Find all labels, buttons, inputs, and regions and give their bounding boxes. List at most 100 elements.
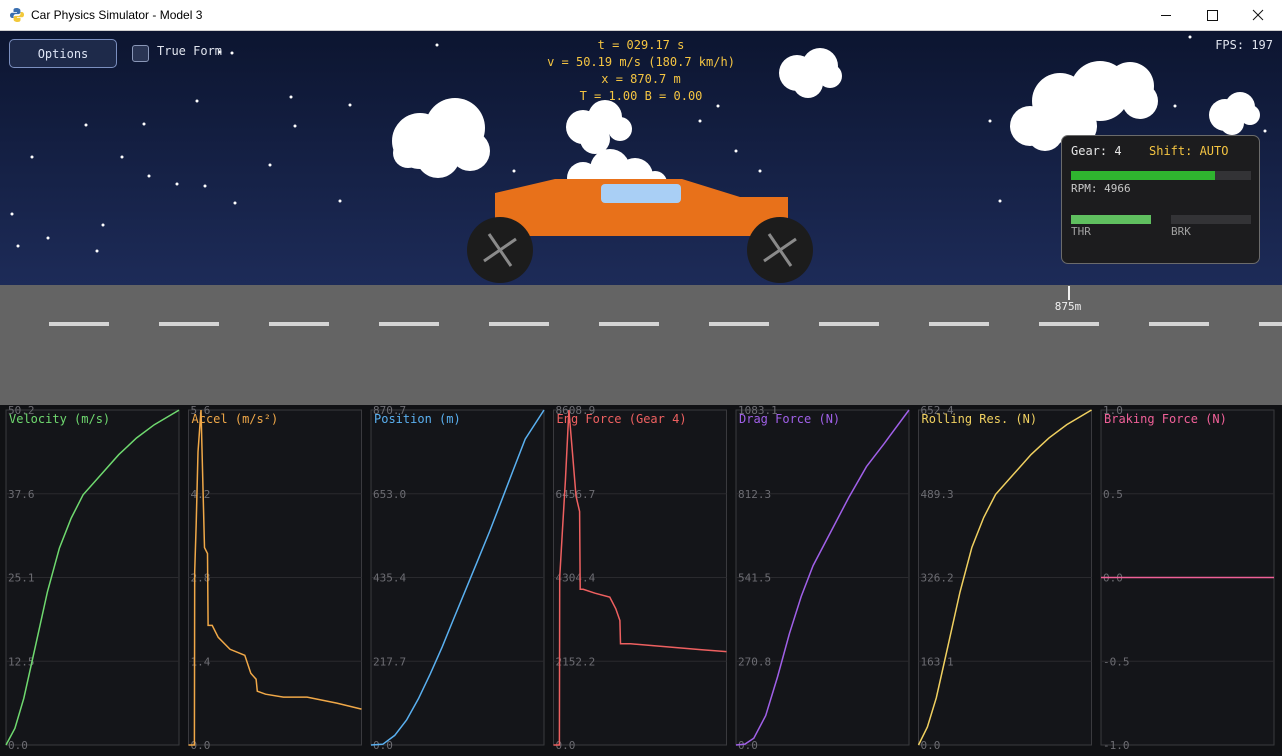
chart-title: Velocity (m/s) — [9, 412, 110, 426]
rpm-bar — [1071, 171, 1251, 180]
distance-marker-label: 875m — [1054, 300, 1082, 313]
charts-svg: 50.237.625.112.50.0Velocity (m/s)5.64.22… — [5, 404, 1275, 752]
lane-dash — [489, 322, 549, 326]
cloud — [392, 98, 490, 178]
brake-bar — [1171, 215, 1251, 224]
chart-title: Eng Force (Gear 4) — [557, 412, 687, 426]
car — [467, 179, 813, 283]
lane-dash — [599, 322, 659, 326]
rear-wheel — [467, 217, 533, 283]
telemetry-charts: 50.2 37.6 25.1 12.5 0.0 Velocity (m/s) 5.6 4.2 2… — [0, 404, 1282, 752]
tick-label: 0.0 — [921, 739, 941, 752]
chart-title: Drag Force (N) — [739, 412, 840, 426]
star — [988, 119, 992, 123]
chart-panel: 1083.1812.3541.5270.80.0Drag Force (N) — [735, 404, 910, 752]
maximize-icon — [1207, 10, 1218, 21]
star — [998, 199, 1002, 203]
tick-label: 270.8 — [738, 655, 771, 668]
tick-label: 653.0 — [373, 488, 406, 501]
throttle-label: THR — [1071, 225, 1091, 238]
window-title: Car Physics Simulator - Model 3 — [31, 8, 203, 22]
star — [142, 122, 146, 126]
throttle-bar-fill — [1071, 215, 1151, 224]
tick-label: 1.4 — [191, 655, 211, 668]
chart-title: Rolling Res. (N) — [922, 412, 1038, 426]
window-titlebar: Car Physics Simulator - Model 3 — [0, 0, 1282, 31]
tick-label: 0.0 — [373, 739, 393, 752]
tick-label: -0.5 — [1103, 655, 1130, 668]
chart-panel: 8608.96456.74304.42152.20.0Eng Force (Ge… — [553, 404, 727, 752]
tick-label: 4.2 — [191, 488, 211, 501]
lane-dash — [1259, 322, 1282, 326]
chart-title: Position (m) — [374, 412, 461, 426]
star — [46, 236, 50, 240]
tick-label: 37.6 — [8, 488, 35, 501]
tick-label: 0.0 — [738, 739, 758, 752]
tick-label: 217.7 — [373, 655, 406, 668]
road — [0, 285, 1282, 405]
python-app-icon — [10, 8, 24, 22]
tick-label: 2152.2 — [556, 655, 596, 668]
tick-label: 489.3 — [921, 488, 954, 501]
inputs-readout: T = 1.00 B = 0.00 — [579, 89, 703, 103]
star — [1263, 129, 1267, 133]
star — [101, 223, 105, 227]
lane-markings — [49, 322, 1282, 326]
chart-panel: 870.7653.0435.4217.70.0Position (m) — [370, 404, 545, 752]
star — [268, 163, 272, 167]
star — [16, 244, 20, 248]
star — [175, 182, 179, 186]
star — [698, 119, 702, 123]
lane-dash — [1039, 322, 1099, 326]
star — [338, 199, 342, 203]
rpm-bar-fill — [1071, 171, 1215, 180]
distance-marker-line — [1068, 286, 1070, 300]
lane-dash — [49, 322, 109, 326]
brake-label: BRK — [1171, 225, 1191, 238]
rpm-label: RPM: 4966 — [1071, 182, 1131, 195]
chart-title: Accel (m/s²) — [192, 412, 279, 426]
tick-label: 4304.4 — [556, 572, 596, 585]
lane-dash — [269, 322, 329, 326]
tick-label: 541.5 — [738, 572, 771, 585]
star — [95, 249, 99, 253]
shift-mode-label: Shift: AUTO — [1149, 144, 1229, 158]
tick-label: 435.4 — [373, 572, 406, 585]
star — [10, 212, 14, 216]
tick-label: 0.0 — [8, 739, 28, 752]
star — [203, 184, 207, 188]
star — [120, 155, 124, 159]
star — [293, 124, 297, 128]
front-wheel — [747, 217, 813, 283]
fps-counter: FPS: 197 — [1215, 38, 1273, 52]
close-icon — [1252, 9, 1264, 21]
tick-label: 25.1 — [8, 572, 35, 585]
lane-dash — [929, 322, 989, 326]
lane-dash — [1149, 322, 1209, 326]
chart-panel: 1.00.50.0-0.5-1.0Braking Force (N) — [1100, 404, 1275, 752]
lane-dash — [709, 322, 769, 326]
lane-dash — [159, 322, 219, 326]
chart-panel: 652.4489.3326.2163.10.0Rolling Res. (N) — [917, 404, 1092, 752]
minimize-button[interactable] — [1143, 0, 1189, 30]
cloud — [566, 100, 632, 154]
star — [512, 169, 516, 173]
true-form-checkbox[interactable] — [132, 45, 149, 62]
gear-label: Gear: 4 — [1071, 144, 1122, 158]
tick-label: 0.5 — [1103, 488, 1123, 501]
close-button[interactable] — [1235, 0, 1281, 30]
tick-label: -1.0 — [1103, 739, 1130, 752]
tick-label: 163.1 — [921, 655, 954, 668]
lane-dash — [819, 322, 879, 326]
chart-panel: 5.64.22.81.40.0Accel (m/s²) — [188, 404, 362, 752]
star — [30, 155, 34, 159]
options-button[interactable]: Options — [9, 39, 117, 68]
star — [233, 201, 237, 205]
star — [734, 149, 738, 153]
lane-dash — [379, 322, 439, 326]
gear-panel: Gear: 4 Shift: AUTO RPM: 4966 THR BRK — [1061, 135, 1260, 264]
chart-panel: 50.237.625.112.50.0Velocity (m/s) — [5, 404, 180, 752]
maximize-button[interactable] — [1189, 0, 1235, 30]
minimize-icon — [1161, 15, 1171, 16]
tick-label: 812.3 — [738, 488, 771, 501]
